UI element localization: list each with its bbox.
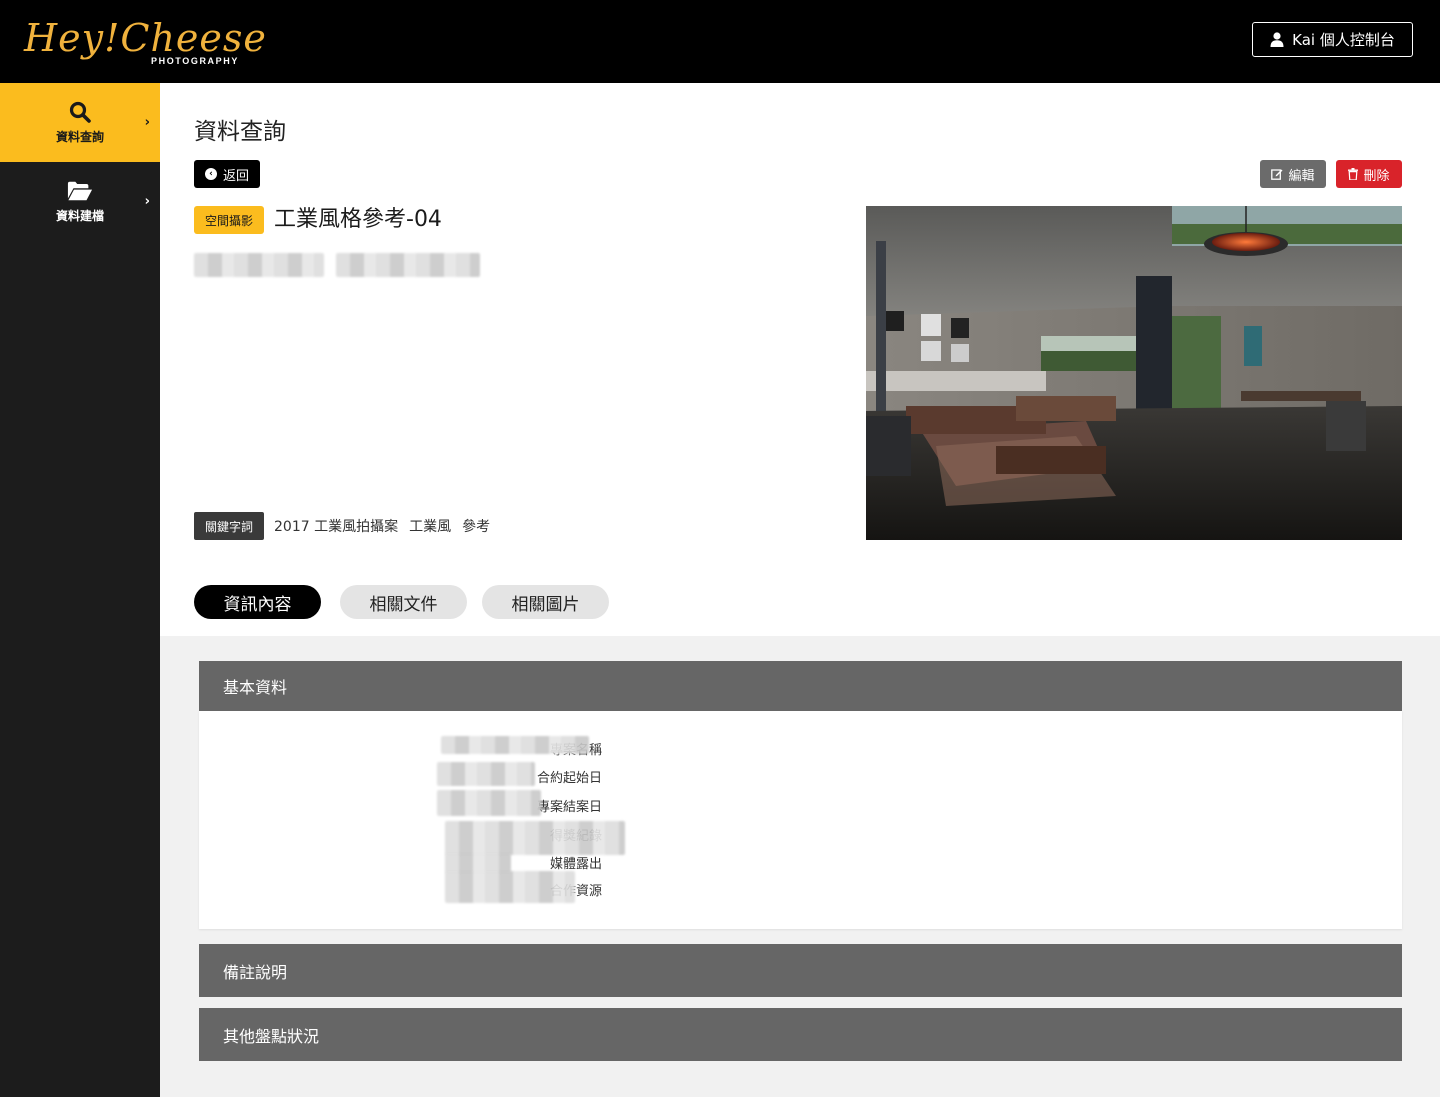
redacted-value: [445, 821, 625, 855]
redacted-text: [194, 253, 324, 277]
field-label-contract-start: 合約起始日: [536, 771, 602, 786]
page-title: 資料查詢: [194, 119, 286, 145]
panel-basic-body: 專案名稱 合約起始日 專案結案日 得獎紀錄 媒體露出 合作資源: [199, 711, 1402, 929]
back-button[interactable]: ‹ 返回: [194, 160, 260, 188]
tab-info[interactable]: 資訊內容: [194, 585, 321, 619]
redacted-value: [437, 790, 541, 816]
search-icon: [67, 101, 93, 123]
user-dashboard-button[interactable]: Kai 個人控制台: [1252, 22, 1413, 57]
sidebar-item-create[interactable]: 資料建檔 ›: [0, 162, 160, 241]
redacted-value: [441, 736, 589, 754]
panel-inventory-title: 其他盤點狀況: [223, 1026, 320, 1046]
field-label-media: 媒體露出: [549, 857, 602, 872]
chevron-right-icon: ›: [144, 194, 150, 209]
keyword-label: 關鍵字詞: [194, 512, 264, 540]
brand-logo[interactable]: Hey!Cheese PHOTOGRAPHY: [24, 14, 266, 70]
tab-images[interactable]: 相關圖片: [482, 585, 609, 619]
trash-icon: [1348, 168, 1359, 180]
panel-notes-header[interactable]: 備註說明: [199, 944, 1402, 997]
redacted-value: [437, 762, 535, 786]
panel-basic-title: 基本資料: [223, 678, 288, 697]
field-label-project-end: 專案結案日: [536, 800, 602, 815]
delete-button-label: 刪除: [1363, 168, 1390, 184]
item-title: 工業風格參考-04: [274, 207, 442, 232]
chevron-left-circle-icon: ‹: [204, 168, 217, 180]
edit-icon: [1271, 169, 1283, 180]
logo-script: Hey!Cheese: [24, 16, 267, 60]
keyword-tag[interactable]: 2017 工業風拍攝案: [274, 516, 398, 536]
chevron-right-icon: ›: [144, 115, 150, 130]
item-photo[interactable]: [866, 206, 1402, 540]
sidebar-item-label: 資料查詢: [55, 129, 104, 144]
redacted-text: [336, 253, 480, 277]
sidebar-item-label: 資料建檔: [55, 208, 104, 223]
user-dashboard-label: Kai 個人控制台: [1292, 31, 1395, 49]
edit-button[interactable]: 編輯: [1260, 160, 1326, 188]
interior-photo-illustration: [866, 206, 1402, 540]
tab-documents[interactable]: 相關文件: [340, 585, 467, 619]
sidebar-item-query[interactable]: 資料查詢 ›: [0, 83, 160, 162]
edit-button-label: 編輯: [1288, 168, 1315, 184]
top-bar: Hey!Cheese PHOTOGRAPHY Kai 個人控制台: [0, 0, 1440, 83]
sidebar: 資料查詢 › 資料建檔 ›: [0, 83, 160, 1097]
keyword-tag[interactable]: 參考: [462, 516, 490, 536]
panel-basic-header[interactable]: 基本資料: [199, 661, 1402, 711]
panel-inventory-header[interactable]: 其他盤點狀況: [199, 1008, 1402, 1061]
keyword-tag[interactable]: 工業風: [409, 516, 451, 536]
back-button-label: 返回: [222, 168, 249, 184]
redacted-value: [445, 853, 511, 873]
keyword-list: 2017 工業風拍攝案 工業風 參考: [274, 512, 490, 540]
user-icon: [1270, 32, 1284, 47]
panel-notes-title: 備註說明: [223, 962, 288, 982]
folder-open-icon: [67, 180, 93, 202]
category-badge: 空間攝影: [194, 206, 264, 234]
delete-button[interactable]: 刪除: [1336, 160, 1402, 188]
logo-subtitle: PHOTOGRAPHY: [151, 56, 239, 66]
redacted-value: [445, 871, 575, 903]
